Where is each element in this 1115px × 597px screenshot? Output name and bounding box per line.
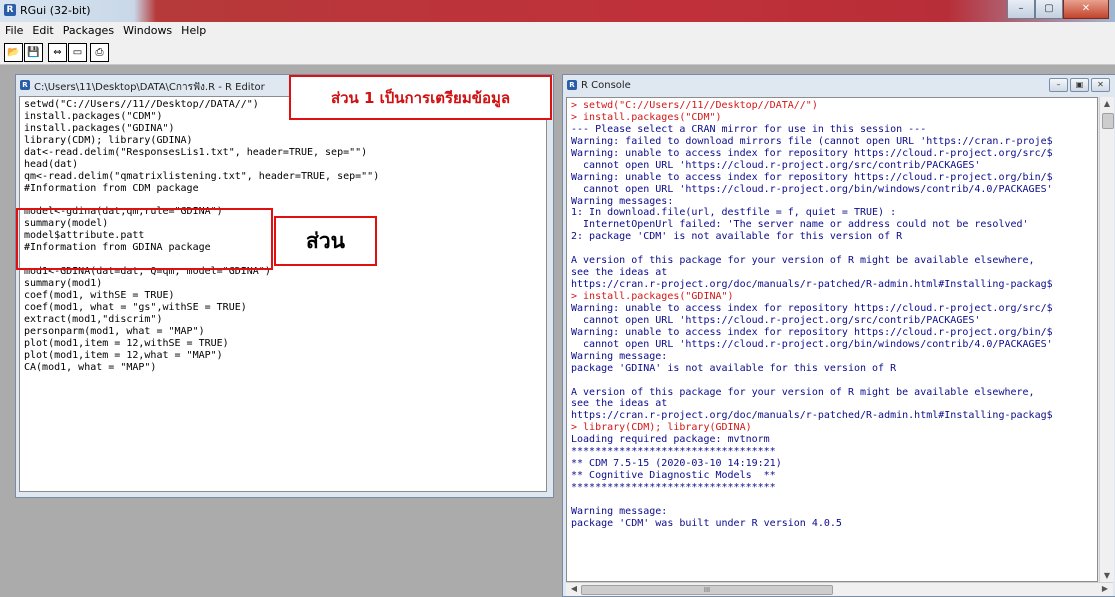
console-output-line: Warning message: (571, 350, 668, 362)
console-output-line: 2: package 'CDM' is not available for th… (571, 231, 903, 243)
console-command-line: > install.packages("GDINA") (571, 291, 734, 302)
console-output-line: A version of this package for your versi… (571, 255, 1035, 267)
save-icon[interactable]: 💾 (24, 43, 43, 62)
console-output-line: InternetOpenUrl failed: 'The server name… (571, 219, 1029, 231)
console-output-line: Warning: unable to access index for repo… (571, 171, 1053, 183)
console-output-line: see the ideas at (571, 398, 668, 410)
editor-line: qm<-read.delim("qmatrixlistening.txt", h… (24, 170, 380, 182)
r-logo-icon: R (567, 80, 577, 90)
editor-line: library(CDM); library(GDINA) (24, 134, 193, 146)
print-icon[interactable]: ⎙ (90, 43, 109, 62)
console-output-line: Warning message: (571, 505, 668, 517)
menu-bar: File Edit Packages Windows Help (0, 22, 1115, 40)
editor-text-area[interactable]: setwd("C://Users//11//Desktop//DATA//") i… (19, 96, 547, 492)
console-close-button[interactable]: ✕ (1091, 78, 1110, 92)
console-output-line: ********************************** (571, 446, 776, 458)
console-output-line: see the ideas at (571, 267, 668, 279)
scroll-left-icon[interactable]: ◀ (567, 584, 581, 593)
console-restore-button[interactable]: ▣ (1070, 78, 1089, 92)
console-vertical-scrollbar[interactable]: ▲ ▼ (1099, 97, 1114, 582)
menu-file[interactable]: File (0, 22, 27, 37)
editor-line: #Information from CDM package (24, 182, 199, 194)
app-title-bar: R RGui (32-bit) – ▢ ✕ (0, 0, 1115, 22)
console-title: R Console (581, 80, 631, 91)
console-title-bar: R R Console – ▣ ✕ (563, 75, 1115, 95)
console-output-line: cannot open URL 'https://cloud.r-project… (571, 159, 981, 171)
close-button[interactable]: ✕ (1063, 0, 1109, 19)
editor-line: plot(mod1,item = 12,what = "MAP") (24, 349, 223, 361)
console-output-line: Warning: unable to access index for repo… (571, 302, 1053, 314)
console-output-line: A version of this package for your versi… (571, 386, 1035, 398)
open-script-icon[interactable]: 📂 (4, 43, 23, 62)
scroll-up-icon[interactable]: ▲ (1100, 99, 1114, 108)
editor-line: plot(mod1,item = 12,withSE = TRUE) (24, 337, 229, 349)
editor-line: personparm(mod1, what = "MAP") (24, 325, 205, 337)
console-output-line: cannot open URL 'https://cloud.r-project… (571, 314, 981, 326)
console-output-line: Warning: unable to access index for repo… (571, 326, 1053, 338)
console-output-line: ** CDM 7.5-15 (2020-03-10 14:19:21) (571, 458, 782, 470)
console-output-line: Warning messages: (571, 195, 674, 207)
console-output-line: https://cran.r-project.org/doc/manuals/r… (571, 279, 1053, 291)
mdi-workspace: R C:\Users\11\Desktop\DATA\Cการฟัง.R - R… (0, 65, 1115, 597)
horizontal-scroll-thumb[interactable]: III (581, 585, 833, 595)
r-editor-window[interactable]: R C:\Users\11\Desktop\DATA\Cการฟัง.R - R… (15, 74, 554, 498)
editor-line: install.packages("GDINA") (24, 122, 175, 134)
editor-title: C:\Users\11\Desktop\DATA\Cการฟัง.R - R E… (34, 82, 265, 93)
console-minimize-button[interactable]: – (1049, 78, 1068, 92)
vertical-scroll-thumb[interactable] (1102, 113, 1114, 129)
console-output-line: package 'CDM' was built under R version … (571, 517, 842, 529)
menu-packages[interactable]: Packages (58, 22, 118, 37)
annotation-part-2: ส่วน (274, 216, 377, 266)
scroll-down-icon[interactable]: ▼ (1100, 571, 1114, 580)
maximize-button[interactable]: ▢ (1035, 0, 1063, 19)
menu-edit[interactable]: Edit (27, 22, 57, 37)
console-command-line: > install.packages("CDM") (571, 111, 722, 123)
editor-line: extract(mod1,"discrim") (24, 313, 163, 325)
scroll-right-icon[interactable]: ▶ (1098, 584, 1112, 593)
console-output-line: cannot open URL 'https://cloud.r-project… (571, 183, 1053, 195)
console-output-line: cannot open URL 'https://cloud.r-project… (571, 338, 1053, 350)
console-output-line: Warning: unable to access index for repo… (571, 147, 1053, 159)
minimize-button[interactable]: – (1007, 0, 1035, 19)
r-logo-icon: R (4, 4, 16, 16)
paste-commands-icon[interactable]: ⇔ (48, 43, 67, 62)
console-horizontal-scrollbar[interactable]: ◀ III ▶ (566, 582, 1113, 596)
toolbar: 📂 💾 ⇔ ▭ ⎙ (0, 40, 1115, 65)
menu-windows[interactable]: Windows (118, 22, 176, 37)
r-logo-icon: R (20, 80, 30, 90)
console-output-line: ********************************** (571, 482, 776, 493)
console-output-line: https://cran.r-project.org/doc/manuals/r… (571, 410, 1053, 422)
console-output-line: package 'GDINA' is not available for thi… (571, 362, 897, 374)
editor-line: dat<-read.delim("ResponsesLis1.txt", hea… (24, 146, 368, 158)
console-command-line: > library(CDM); library(GDINA) (571, 422, 752, 434)
menu-help[interactable]: Help (176, 22, 210, 37)
copy-paste-icon[interactable]: ▭ (68, 43, 87, 62)
annotation-part-1: ส่วน 1 เป็นการเตรียมข้อมูล (289, 75, 552, 120)
editor-line: summary(mod1) (24, 278, 103, 290)
console-command-line: > setwd("C://Users//11//Desktop//DATA//"… (571, 100, 818, 111)
editor-line: CA(mod1, what = "MAP") (24, 361, 157, 373)
console-output-line: Loading required package: mvtnorm (571, 434, 770, 446)
console-output[interactable]: > setwd("C://Users//11//Desktop//DATA//"… (566, 97, 1098, 582)
console-output-line: Warning: failed to download mirrors file… (571, 135, 1053, 147)
console-output-line: 1: In download.file(url, destfile = f, q… (571, 207, 897, 219)
editor-line: coef(mod1, withSE = TRUE) (24, 290, 175, 301)
editor-line: coef(mod1, what = "gs",withSE = TRUE) (24, 301, 247, 313)
editor-line: head(dat) (24, 158, 79, 170)
app-title: RGui (32-bit) (20, 4, 91, 17)
highlight-box (16, 208, 273, 270)
console-output-line: --- Please select a CRAN mirror for use … (571, 123, 927, 135)
r-console-window[interactable]: R R Console – ▣ ✕ > setwd("C://Users//11… (562, 74, 1115, 597)
console-output-line: ** Cognitive Diagnostic Models ** (571, 470, 776, 482)
